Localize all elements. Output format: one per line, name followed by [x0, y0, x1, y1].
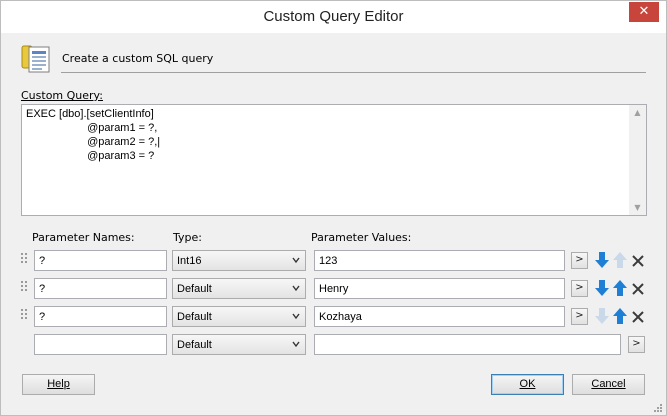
move-up-arrow-icon[interactable]	[612, 307, 628, 325]
delete-x-icon[interactable]	[630, 308, 646, 326]
drag-handle-icon[interactable]	[21, 309, 27, 323]
drag-handle-icon[interactable]	[21, 253, 27, 267]
parameter-value-input[interactable]: 123	[314, 250, 565, 271]
ok-button[interactable]: OK	[491, 374, 564, 395]
value-browse-button[interactable]: >	[571, 308, 588, 325]
window-title: Custom Query Editor	[263, 8, 404, 25]
parameter-name-input[interactable]: ?	[34, 278, 167, 299]
parameter-type-select[interactable]: Int16	[172, 250, 306, 271]
parameter-type-select[interactable]: Default	[172, 306, 306, 327]
parameter-value-input[interactable]: Kozhaya	[314, 306, 565, 327]
new-parameter-row: Default >	[1, 334, 667, 356]
cancel-button[interactable]: Cancel	[572, 374, 645, 395]
type-label: Type:	[173, 231, 202, 244]
parameter-value-input[interactable]: Henry	[314, 278, 565, 299]
delete-x-icon[interactable]	[630, 252, 646, 270]
header-divider	[61, 72, 646, 73]
value-browse-button[interactable]: >	[571, 252, 588, 269]
header-description: Create a custom SQL query	[62, 52, 214, 65]
parameter-names-label: Parameter Names:	[32, 231, 135, 244]
parameter-row: ? Int16 123 >	[1, 250, 667, 272]
parameter-type-select[interactable]: Default	[172, 278, 306, 299]
parameter-name-input[interactable]	[34, 334, 167, 355]
scroll-down-icon[interactable]: ▼	[633, 203, 642, 212]
parameter-values-label: Parameter Values:	[311, 231, 412, 244]
parameter-name-input[interactable]: ?	[34, 306, 167, 327]
drag-handle-icon[interactable]	[21, 281, 27, 295]
database-script-icon	[21, 45, 50, 73]
parameter-row: ? Default Kozhaya >	[1, 306, 667, 328]
parameter-type-select[interactable]: Default	[172, 334, 306, 355]
move-down-arrow-icon[interactable]	[594, 279, 610, 297]
help-button[interactable]: Help	[22, 374, 95, 395]
move-up-arrow-icon[interactable]	[612, 279, 628, 297]
move-up-arrow-icon[interactable]	[612, 251, 628, 269]
scroll-up-icon[interactable]: ▲	[633, 108, 642, 117]
chevron-down-icon	[292, 313, 300, 320]
chevron-down-icon	[292, 257, 300, 264]
title-bar: Custom Query Editor ✕	[1, 1, 666, 33]
delete-x-icon[interactable]	[630, 280, 646, 298]
parameter-name-input[interactable]: ?	[34, 250, 167, 271]
parameter-row: ? Default Henry >	[1, 278, 667, 300]
close-button[interactable]: ✕	[629, 2, 659, 22]
custom-query-text[interactable]: EXEC [dbo].[setClientInfo] @param1 = ?, …	[26, 107, 624, 163]
move-down-arrow-icon[interactable]	[594, 307, 610, 325]
value-browse-button[interactable]: >	[628, 336, 645, 353]
chevron-down-icon	[292, 341, 300, 348]
resize-grip-icon[interactable]	[653, 403, 663, 413]
value-browse-button[interactable]: >	[571, 280, 588, 297]
parameter-value-input[interactable]	[314, 334, 621, 355]
custom-query-editor-dialog: Custom Query Editor ✕ Create a custom SQ…	[0, 0, 667, 416]
chevron-down-icon	[292, 285, 300, 292]
query-scrollbar[interactable]: ▲ ▼	[629, 105, 646, 215]
move-down-arrow-icon[interactable]	[594, 251, 610, 269]
custom-query-textarea[interactable]: EXEC [dbo].[setClientInfo] @param1 = ?, …	[21, 104, 647, 216]
custom-query-label: Custom Query:	[21, 89, 103, 102]
